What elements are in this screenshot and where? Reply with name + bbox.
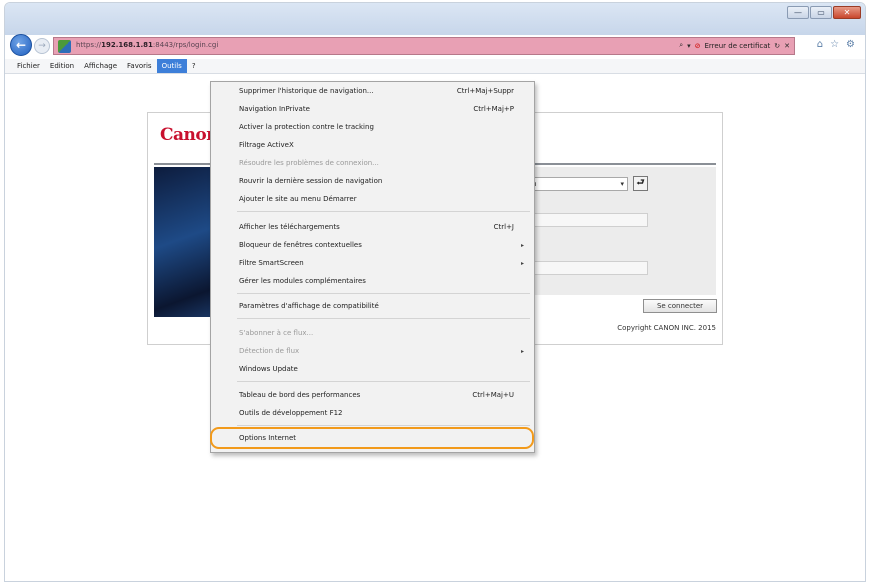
back-arrow-icon: ←	[15, 38, 27, 52]
menu-item-label: Activer la protection contre le tracking	[239, 123, 374, 131]
menu-item-label: Ajouter le site au menu Démarrer	[239, 195, 357, 203]
menu-fichier[interactable]: Fichier	[12, 59, 45, 73]
browser-window: — ▭ ✕ ← → https://192.168.1.81:8443/rps/…	[4, 2, 866, 582]
menu-item-activex-filtering[interactable]: Filtrage ActiveX	[211, 137, 534, 154]
menu-separator	[237, 425, 530, 426]
menu-item-label: Résoudre les problèmes de connexion...	[239, 159, 379, 167]
certificate-error-label[interactable]: Erreur de certificat	[705, 42, 771, 50]
login-button[interactable]: Se connecter	[643, 299, 717, 313]
menu-item-label: Bloqueur de fenêtres contextuelles	[239, 241, 362, 249]
chevron-down-icon: ▾	[620, 180, 624, 188]
menu-item-label: Rouvrir la dernière session de navigatio…	[239, 177, 383, 185]
enter-arrow-icon: ⮐	[636, 178, 645, 188]
minimize-button[interactable]: —	[787, 6, 809, 19]
menu-item-label: Afficher les téléchargements	[239, 223, 340, 231]
close-button[interactable]: ✕	[833, 6, 861, 19]
menu-item-label: S'abonner à ce flux...	[239, 329, 314, 337]
username-field[interactable]	[528, 213, 648, 227]
close-icon: ✕	[843, 8, 851, 17]
menu-item-shortcut: Ctrl+Maj+U	[472, 391, 514, 399]
url-path: :8443/rps/login.cgi	[152, 41, 219, 49]
url-text[interactable]: https://192.168.1.81:8443/rps/login.cgi	[76, 41, 218, 49]
menu-item-label: Navigation InPrivate	[239, 105, 310, 113]
favorites-star-icon[interactable]: ☆	[830, 39, 839, 50]
copyright-text: Copyright CANON INC. 2015	[617, 324, 716, 332]
site-favicon-icon	[58, 40, 71, 53]
menu-separator	[237, 293, 530, 294]
menu-item-feed-discovery: Détection de flux ▸	[211, 343, 534, 360]
menu-item-inprivate[interactable]: Navigation InPrivate Ctrl+Maj+P	[211, 101, 534, 118]
refresh-icon[interactable]: ↻	[774, 42, 780, 50]
address-bar-actions: ⌕ ▾ ⊘ Erreur de certificat ↻ ✕	[679, 41, 790, 50]
menu-item-add-to-start[interactable]: Ajouter le site au menu Démarrer	[211, 191, 534, 208]
tools-menu: Supprimer l'historique de navigation... C…	[210, 81, 535, 453]
url-prefix: https://	[76, 41, 102, 49]
menu-item-f12-tools[interactable]: Outils de développement F12	[211, 405, 534, 422]
menu-item-manage-addons[interactable]: Gérer les modules complémentaires	[211, 273, 534, 290]
menu-item-smartscreen[interactable]: Filtre SmartScreen ▸	[211, 255, 534, 272]
password-field[interactable]	[528, 261, 648, 275]
menu-item-label: Outils de développement F12	[239, 409, 343, 417]
certificate-warning-icon[interactable]: ⊘	[695, 42, 701, 50]
menu-item-shortcut: Ctrl+J	[493, 223, 514, 231]
window-controls: — ▭ ✕	[787, 6, 861, 19]
forward-button[interactable]: →	[34, 38, 50, 54]
forward-arrow-icon: →	[38, 41, 46, 51]
menu-separator	[237, 381, 530, 382]
search-icon[interactable]: ⌕	[679, 41, 683, 50]
menu-item-label: Windows Update	[239, 365, 298, 373]
menu-item-label: Détection de flux	[239, 347, 300, 355]
menu-item-compatibility-view[interactable]: Paramètres d'affichage de compatibilité	[211, 298, 534, 315]
back-button[interactable]: ←	[10, 34, 32, 56]
menu-help[interactable]: ?	[187, 59, 201, 73]
menu-item-popup-blocker[interactable]: Bloqueur de fenêtres contextuelles ▸	[211, 237, 534, 254]
submenu-arrow-icon: ▸	[520, 348, 524, 355]
address-bar[interactable]: https://192.168.1.81:8443/rps/login.cgi …	[53, 37, 795, 55]
title-bar: — ▭ ✕	[5, 3, 865, 35]
menu-item-fix-connection: Résoudre les problèmes de connexion...	[211, 155, 534, 172]
maximize-button[interactable]: ▭	[810, 6, 832, 19]
menu-item-delete-history[interactable]: Supprimer l'historique de navigation... C…	[211, 83, 534, 100]
submenu-arrow-icon: ▸	[520, 260, 524, 267]
highlight-callout	[210, 427, 534, 449]
menu-item-label: Tableau de bord des performances	[239, 391, 361, 399]
minimize-icon: —	[794, 8, 802, 17]
navigation-row: ← → https://192.168.1.81:8443/rps/login.…	[5, 33, 865, 59]
menu-item-performance-dashboard[interactable]: Tableau de bord des performances Ctrl+Maj…	[211, 387, 534, 404]
menu-bar: Fichier Edition Affichage Favoris Outils…	[5, 59, 865, 74]
menu-item-shortcut: Ctrl+Maj+P	[473, 105, 514, 113]
home-icon[interactable]: ⌂	[817, 39, 823, 50]
stop-icon[interactable]: ✕	[784, 42, 790, 50]
menu-edition[interactable]: Edition	[45, 59, 79, 73]
menu-separator	[237, 211, 530, 212]
menu-separator	[237, 318, 530, 319]
language-apply-button[interactable]: ⮐	[633, 176, 648, 191]
menu-item-reopen-session[interactable]: Rouvrir la dernière session de navigatio…	[211, 173, 534, 190]
menu-outils[interactable]: Outils	[156, 59, 187, 73]
maximize-icon: ▭	[817, 8, 825, 17]
menu-favoris[interactable]: Favoris	[122, 59, 157, 73]
menu-item-downloads[interactable]: Afficher les téléchargements Ctrl+J	[211, 219, 534, 236]
menu-item-subscribe-feed: S'abonner à ce flux...	[211, 325, 534, 342]
menu-item-label: Filtrage ActiveX	[239, 141, 294, 149]
menu-item-label: Supprimer l'historique de navigation...	[239, 87, 374, 95]
language-select[interactable]: n▾	[528, 177, 628, 191]
menu-affichage[interactable]: Affichage	[79, 59, 122, 73]
url-host: 192.168.1.81	[101, 41, 153, 49]
menu-item-windows-update[interactable]: Windows Update	[211, 361, 534, 378]
gear-icon[interactable]: ⚙	[846, 39, 855, 50]
menu-item-label: Paramètres d'affichage de compatibilité	[239, 302, 379, 310]
menu-item-shortcut: Ctrl+Maj+Suppr	[456, 87, 514, 95]
chevron-down-icon[interactable]: ▾	[687, 42, 691, 50]
toolbar-icons: ⌂ ☆ ⚙	[817, 39, 855, 50]
submenu-arrow-icon: ▸	[520, 242, 524, 249]
menu-item-tracking-protection[interactable]: Activer la protection contre le tracking	[211, 119, 534, 136]
menu-item-label: Filtre SmartScreen	[239, 259, 304, 267]
menu-item-label: Gérer les modules complémentaires	[239, 277, 366, 285]
